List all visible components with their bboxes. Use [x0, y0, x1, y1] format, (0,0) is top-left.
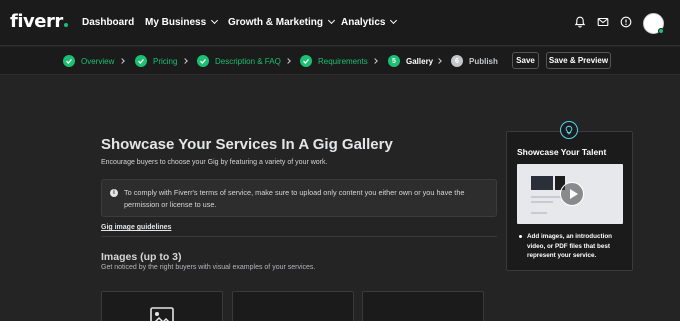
step-label: Publish	[469, 56, 498, 66]
top-navbar: fiverr Dashboard My Business Growth & Ma…	[0, 0, 680, 46]
image-upload-slot[interactable]	[101, 291, 223, 321]
chevron-right-icon	[285, 58, 291, 64]
step-label: Requirements	[318, 56, 368, 66]
bell-icon[interactable]	[574, 16, 586, 28]
chevron-down-icon	[390, 16, 398, 25]
avatar[interactable]	[643, 13, 664, 34]
lightbulb-icon	[560, 121, 578, 139]
thumbnail-graphic	[531, 176, 553, 190]
thumbnail-line	[531, 196, 561, 198]
tip-video-thumbnail[interactable]	[517, 164, 623, 224]
chevron-right-icon	[436, 58, 442, 64]
save-preview-button[interactable]: Save & Preview	[546, 52, 611, 69]
play-icon[interactable]	[560, 182, 584, 206]
chevron-right-icon	[372, 58, 378, 64]
nav-growth-marketing[interactable]: Growth & Marketing	[228, 16, 336, 28]
step-number: 6	[451, 55, 463, 67]
envelope-icon[interactable]	[597, 16, 609, 28]
check-icon	[63, 55, 75, 67]
step-label: Overview	[81, 56, 115, 66]
chevron-right-icon	[182, 58, 188, 64]
nav-dashboard[interactable]: Dashboard	[82, 17, 134, 28]
thumbnail-line	[531, 201, 553, 203]
images-section-subtitle: Get noticed by the right buyers with vis…	[101, 264, 316, 271]
page-subtitle: Encourage buyers to choose your Gig by f…	[101, 159, 328, 166]
tip-bullet: Add images, an introduction video, or PD…	[527, 233, 613, 259]
help-icon[interactable]	[620, 16, 632, 28]
info-icon: i	[110, 189, 118, 197]
step-publish[interactable]: 6 Publish	[451, 54, 498, 68]
save-button[interactable]: Save	[512, 52, 539, 69]
nav-analytics[interactable]: Analytics	[341, 16, 398, 28]
step-number: 5	[388, 55, 400, 67]
step-label: Pricing	[153, 56, 178, 66]
chevron-down-icon	[327, 16, 336, 25]
image-icon	[150, 307, 174, 321]
tip-title: Showcase Your Talent	[517, 147, 607, 157]
image-upload-slot[interactable]	[232, 291, 354, 321]
step-overview[interactable]: Overview	[63, 54, 114, 68]
terms-notice: i To comply with Fiverr's terms of servi…	[101, 179, 497, 217]
step-pricing[interactable]: Pricing	[135, 54, 177, 68]
page-title: Showcase Your Services In A Gig Gallery	[101, 136, 393, 153]
step-gallery[interactable]: 5 Gallery	[388, 54, 433, 68]
check-icon	[135, 55, 147, 67]
nav-my-business[interactable]: My Business	[145, 16, 219, 28]
online-status-dot	[658, 28, 664, 34]
divider	[101, 236, 497, 237]
check-icon	[197, 55, 209, 67]
step-description-faq[interactable]: Description & FAQ	[197, 54, 281, 68]
gig-image-guidelines-link[interactable]: Gig image guidelines	[101, 224, 171, 231]
images-section-title: Images (up to 3)	[101, 251, 182, 263]
fiverr-logo[interactable]: fiverr	[10, 11, 68, 32]
image-upload-slot[interactable]	[362, 291, 484, 321]
thumbnail-line	[531, 212, 547, 214]
chevron-right-icon	[119, 58, 125, 64]
chevron-down-icon	[211, 16, 219, 25]
step-requirements[interactable]: Requirements	[300, 54, 368, 68]
notice-text: To comply with Fiverr's terms of service…	[124, 188, 465, 209]
bullet-dot	[519, 235, 522, 238]
check-icon	[300, 55, 312, 67]
step-label: Gallery	[406, 56, 434, 66]
gig-steps-bar: Overview Pricing Description & FAQ Requi…	[0, 47, 680, 75]
tip-panel: Showcase Your Talent Add images, an intr…	[506, 131, 633, 271]
step-label: Description & FAQ	[215, 56, 281, 66]
